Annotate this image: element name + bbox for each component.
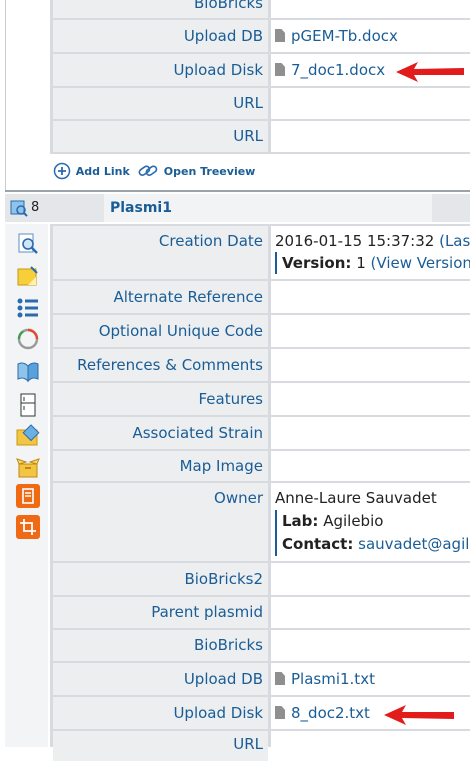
open-treeview-button[interactable]: Open Treeview [137, 161, 255, 179]
file-icon [275, 63, 285, 76]
field-label-biobricks: BioBricks [53, 630, 268, 661]
sticky-note-icon[interactable] [16, 265, 40, 289]
add-circle-icon [53, 162, 71, 179]
field-value-alternate-reference [271, 281, 470, 313]
last-modified-link[interactable]: (Las [439, 232, 470, 250]
field-value-url [271, 731, 470, 761]
field-label-upload-db-top: Upload DB [53, 20, 268, 52]
ring-icon[interactable] [16, 327, 40, 351]
field-value-biobricks-top [271, 0, 470, 18]
upload-db-file-link[interactable]: pGEM-Tb.docx [291, 27, 398, 45]
field-label-url-2: URL [53, 121, 268, 152]
field-value-url-1 [271, 88, 470, 119]
add-link-label: Add Link [75, 165, 130, 178]
field-label-map-image: Map Image [53, 451, 268, 481]
field-value-owner: Anne-Laure Sauvadet Lab: Agilebio Contac… [271, 483, 470, 561]
lab-label: Lab: [282, 512, 319, 530]
crop-glyph-icon [20, 519, 36, 535]
view-versions-link[interactable]: (View Version [371, 254, 470, 272]
fridge-icon[interactable] [16, 393, 40, 417]
lab-value: Agilebio [323, 512, 384, 530]
field-label-upload-disk: Upload Disk [53, 697, 268, 729]
field-label-upload-disk-top: Upload Disk [53, 54, 268, 86]
field-value-parent-plasmid [271, 597, 470, 628]
field-value-map-image [271, 451, 470, 481]
notebook-icon[interactable] [16, 484, 40, 508]
field-value-optional-unique-code [271, 315, 470, 347]
top-table-left-border [5, 0, 6, 190]
field-label-references-comments: References & Comments [53, 349, 268, 381]
notebook-glyph-icon [22, 488, 34, 504]
contact-label: Contact: [282, 535, 354, 553]
field-value-biobricks2 [271, 563, 470, 595]
list-icon[interactable] [16, 296, 40, 320]
red-arrow-annotation [384, 705, 454, 725]
field-label-features: Features [53, 383, 268, 415]
field-value-creation-date: 2016-01-15 15:37:32 (Las Version: 1 (Vie… [271, 226, 470, 279]
magnifier-doc-icon[interactable] [16, 232, 40, 256]
open-box-icon[interactable] [16, 455, 40, 479]
file-icon [275, 29, 285, 42]
record-count: 8 [31, 200, 40, 215]
field-label-creation-date: Creation Date [53, 226, 268, 279]
field-label-url: URL [53, 731, 268, 761]
upload-disk-file-link[interactable]: 8_doc2.txt [291, 704, 370, 722]
section-divider [5, 190, 470, 192]
field-value-associated-strain [271, 417, 470, 449]
field-label-alternate-reference: Alternate Reference [53, 281, 268, 313]
open-treeview-label: Open Treeview [163, 165, 256, 178]
field-label-associated-strain: Associated Strain [53, 417, 268, 449]
field-label-upload-db: Upload DB [53, 663, 268, 695]
chain-link-icon [138, 164, 158, 176]
field-label-optional-unique-code: Optional Unique Code [53, 315, 268, 347]
record-name[interactable]: Plasmi1 [110, 194, 172, 222]
file-icon [275, 672, 285, 685]
upload-disk-file-link[interactable]: 7_doc1.docx [291, 61, 385, 79]
field-label-biobricks-top: BioBricks [53, 0, 268, 18]
version-label: Version: [282, 254, 352, 272]
field-value-references-comments [271, 349, 470, 381]
field-label-url-1: URL [53, 88, 268, 119]
field-value-upload-db-top: pGEM-Tb.docx [271, 20, 470, 52]
field-label-owner: Owner [53, 483, 268, 561]
field-value-biobricks [271, 630, 470, 661]
book-icon[interactable] [16, 359, 40, 383]
file-icon [275, 706, 285, 719]
creation-date-text: 2016-01-15 15:37:32 [275, 232, 435, 250]
field-value-upload-db: Plasmi1.txt [271, 663, 470, 695]
upload-db-file-link[interactable]: Plasmi1.txt [291, 670, 375, 688]
record-type-icon [10, 200, 28, 217]
red-arrow-annotation [396, 62, 464, 82]
version-value: 1 [356, 254, 366, 272]
add-link-button[interactable]: Add Link [53, 161, 130, 179]
field-value-features [271, 383, 470, 415]
owner-name: Anne-Laure Sauvadet [275, 489, 437, 507]
crop-icon[interactable] [16, 515, 40, 539]
tag-folder-icon[interactable] [16, 424, 40, 448]
field-label-biobricks2: BioBricks2 [53, 563, 268, 595]
field-value-url-2 [271, 121, 470, 152]
field-label-parent-plasmid: Parent plasmid [53, 597, 268, 628]
contact-email-link[interactable]: sauvadet@agile [358, 535, 470, 553]
